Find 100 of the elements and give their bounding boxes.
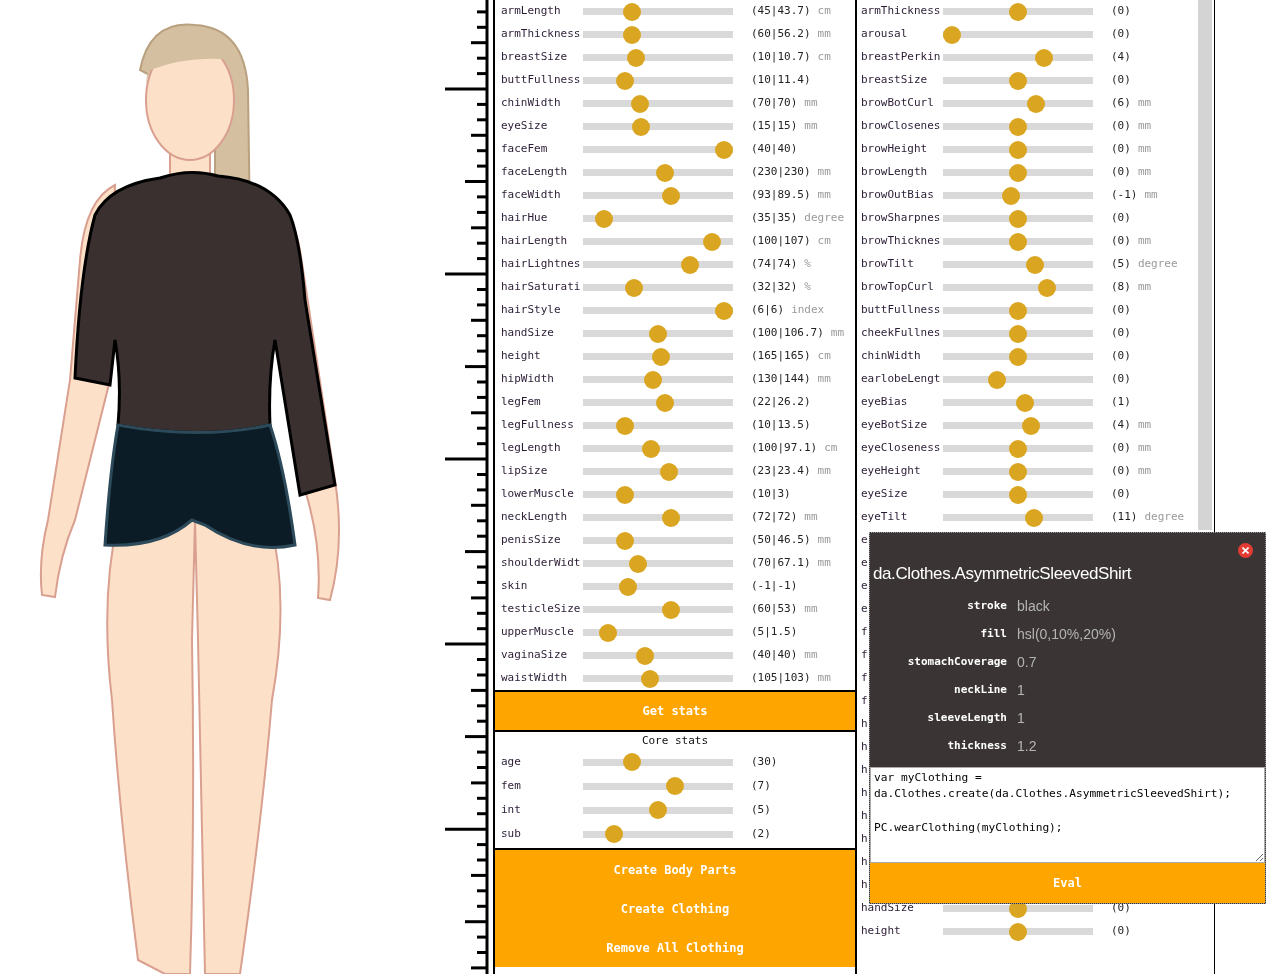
slider-thumb[interactable] <box>1009 117 1027 136</box>
slider-thumb[interactable] <box>649 324 667 343</box>
slider-thumb[interactable] <box>622 753 641 771</box>
slider-thumb[interactable] <box>1038 278 1057 297</box>
slider-label: neckLength <box>501 509 569 526</box>
slider-thumb[interactable] <box>631 117 650 136</box>
value-text: (30) <box>751 753 778 770</box>
close-icon <box>1242 547 1249 554</box>
slider-thumb[interactable] <box>651 347 670 366</box>
slider-thumb[interactable] <box>598 623 617 642</box>
slider-label: hipWidth <box>501 371 555 388</box>
value-text: (74|74) <box>751 256 798 273</box>
slider-label: eyeBotSize <box>861 417 929 434</box>
slider-thumb[interactable] <box>635 646 654 665</box>
slider-label: h <box>861 739 868 756</box>
slider-thumb[interactable] <box>625 278 644 297</box>
slider-thumb[interactable] <box>622 2 641 21</box>
slider-thumb[interactable] <box>626 48 645 67</box>
slider-thumb[interactable] <box>1009 2 1027 21</box>
value-text: (0) <box>1111 463 1131 480</box>
unit-text: cm <box>817 3 831 20</box>
slider-thumb[interactable] <box>630 94 649 113</box>
unit-text: % <box>804 256 811 273</box>
slider-thumb[interactable] <box>1009 301 1027 320</box>
slider-label: testicleSize <box>501 601 582 618</box>
slider-thumb[interactable] <box>594 209 613 228</box>
close-button[interactable] <box>1238 543 1253 558</box>
slider-thumb[interactable] <box>1009 232 1027 251</box>
slider-thumb[interactable] <box>655 393 674 412</box>
slider-thumb[interactable] <box>715 140 733 159</box>
slider-thumb[interactable] <box>1022 416 1041 435</box>
slider-thumb[interactable] <box>616 416 634 435</box>
slider-thumb[interactable] <box>662 600 681 619</box>
property-field[interactable]: 1 <box>1017 680 1237 701</box>
slider-thumb[interactable] <box>643 370 662 389</box>
slider-label: eyeSize <box>861 486 909 503</box>
value-text: (0) <box>1111 26 1131 43</box>
slider-thumb[interactable] <box>616 71 634 90</box>
value-text: (100|107) <box>751 233 811 250</box>
slider-thumb[interactable] <box>622 25 641 44</box>
slider-thumb[interactable] <box>1024 508 1043 527</box>
slider-thumb[interactable] <box>680 255 699 274</box>
unit-text: mm <box>1144 187 1158 204</box>
slider-label: hairSaturati <box>501 279 582 296</box>
slider-label: breastSize <box>861 72 929 89</box>
unit-text: mm <box>817 555 831 572</box>
value-text: (0) <box>1111 164 1131 181</box>
slider-thumb[interactable] <box>1009 347 1027 366</box>
property-field[interactable]: hsl(0,10%,20%) <box>1017 624 1237 645</box>
slider-thumb[interactable] <box>1009 439 1027 458</box>
slider-thumb[interactable] <box>1026 255 1045 274</box>
slider-thumb[interactable] <box>715 301 733 320</box>
slider-label: sub <box>501 825 522 842</box>
slider-label: faceLength <box>501 164 569 181</box>
slider-label: shoulderWidt <box>501 555 582 572</box>
slider-thumb[interactable] <box>662 508 681 527</box>
slider-thumb[interactable] <box>703 232 722 251</box>
slider-thumb[interactable] <box>641 669 660 688</box>
slider-label: hairHue <box>501 210 549 227</box>
scrollbar-thumb[interactable] <box>1198 0 1212 530</box>
code-editor[interactable]: var myClothing = da.Clothes.create(da.Clothes.AsymmetricSleevedShirt); PC.wearClothing(myClothing); <box>870 766 1265 863</box>
slider-thumb[interactable] <box>1009 71 1027 90</box>
value-text: (35|35) <box>751 210 798 227</box>
slider-label: browClosenes <box>861 118 942 135</box>
slider-thumb[interactable] <box>1009 324 1027 343</box>
value-text: (105|103) <box>751 670 811 687</box>
slider-thumb[interactable] <box>629 554 648 573</box>
slider-thumb[interactable] <box>642 439 661 458</box>
slider-thumb[interactable] <box>943 25 961 44</box>
unit-text: mm <box>817 26 831 43</box>
slider-thumb[interactable] <box>662 186 681 205</box>
slider-thumb[interactable] <box>1009 163 1027 182</box>
property-field[interactable]: 0.7 <box>1017 652 1237 673</box>
slider-thumb[interactable] <box>616 485 634 504</box>
slider-thumb[interactable] <box>1009 209 1027 228</box>
property-field[interactable]: 1.2 <box>1017 736 1237 757</box>
value-text: (0) <box>1111 141 1131 158</box>
slider-thumb[interactable] <box>1027 94 1046 113</box>
slider-thumb[interactable] <box>649 801 667 819</box>
slider-thumb[interactable] <box>1002 186 1021 205</box>
slider-label: f <box>861 693 868 710</box>
slider-thumb[interactable] <box>987 370 1006 389</box>
property-field[interactable]: black <box>1017 596 1237 617</box>
property-field[interactable]: 1 <box>1017 708 1237 729</box>
slider-label: faceWidth <box>501 187 562 204</box>
slider-thumb[interactable] <box>1009 140 1027 159</box>
value-text: (100|97.1) <box>751 440 818 457</box>
slider-thumb[interactable] <box>616 531 634 550</box>
slider-thumb[interactable] <box>618 577 637 596</box>
slider-thumb[interactable] <box>655 163 674 182</box>
slider-thumb[interactable] <box>666 777 685 795</box>
slider-thumb[interactable] <box>1035 48 1054 67</box>
slider-thumb[interactable] <box>1009 922 1027 941</box>
slider-thumb[interactable] <box>1015 393 1034 412</box>
value-text: (7) <box>751 777 771 794</box>
slider-thumb[interactable] <box>1009 462 1027 481</box>
slider-thumb[interactable] <box>1009 485 1027 504</box>
value-text: (70|67.1) <box>751 555 811 572</box>
slider-thumb[interactable] <box>605 825 624 843</box>
slider-thumb[interactable] <box>659 462 678 481</box>
